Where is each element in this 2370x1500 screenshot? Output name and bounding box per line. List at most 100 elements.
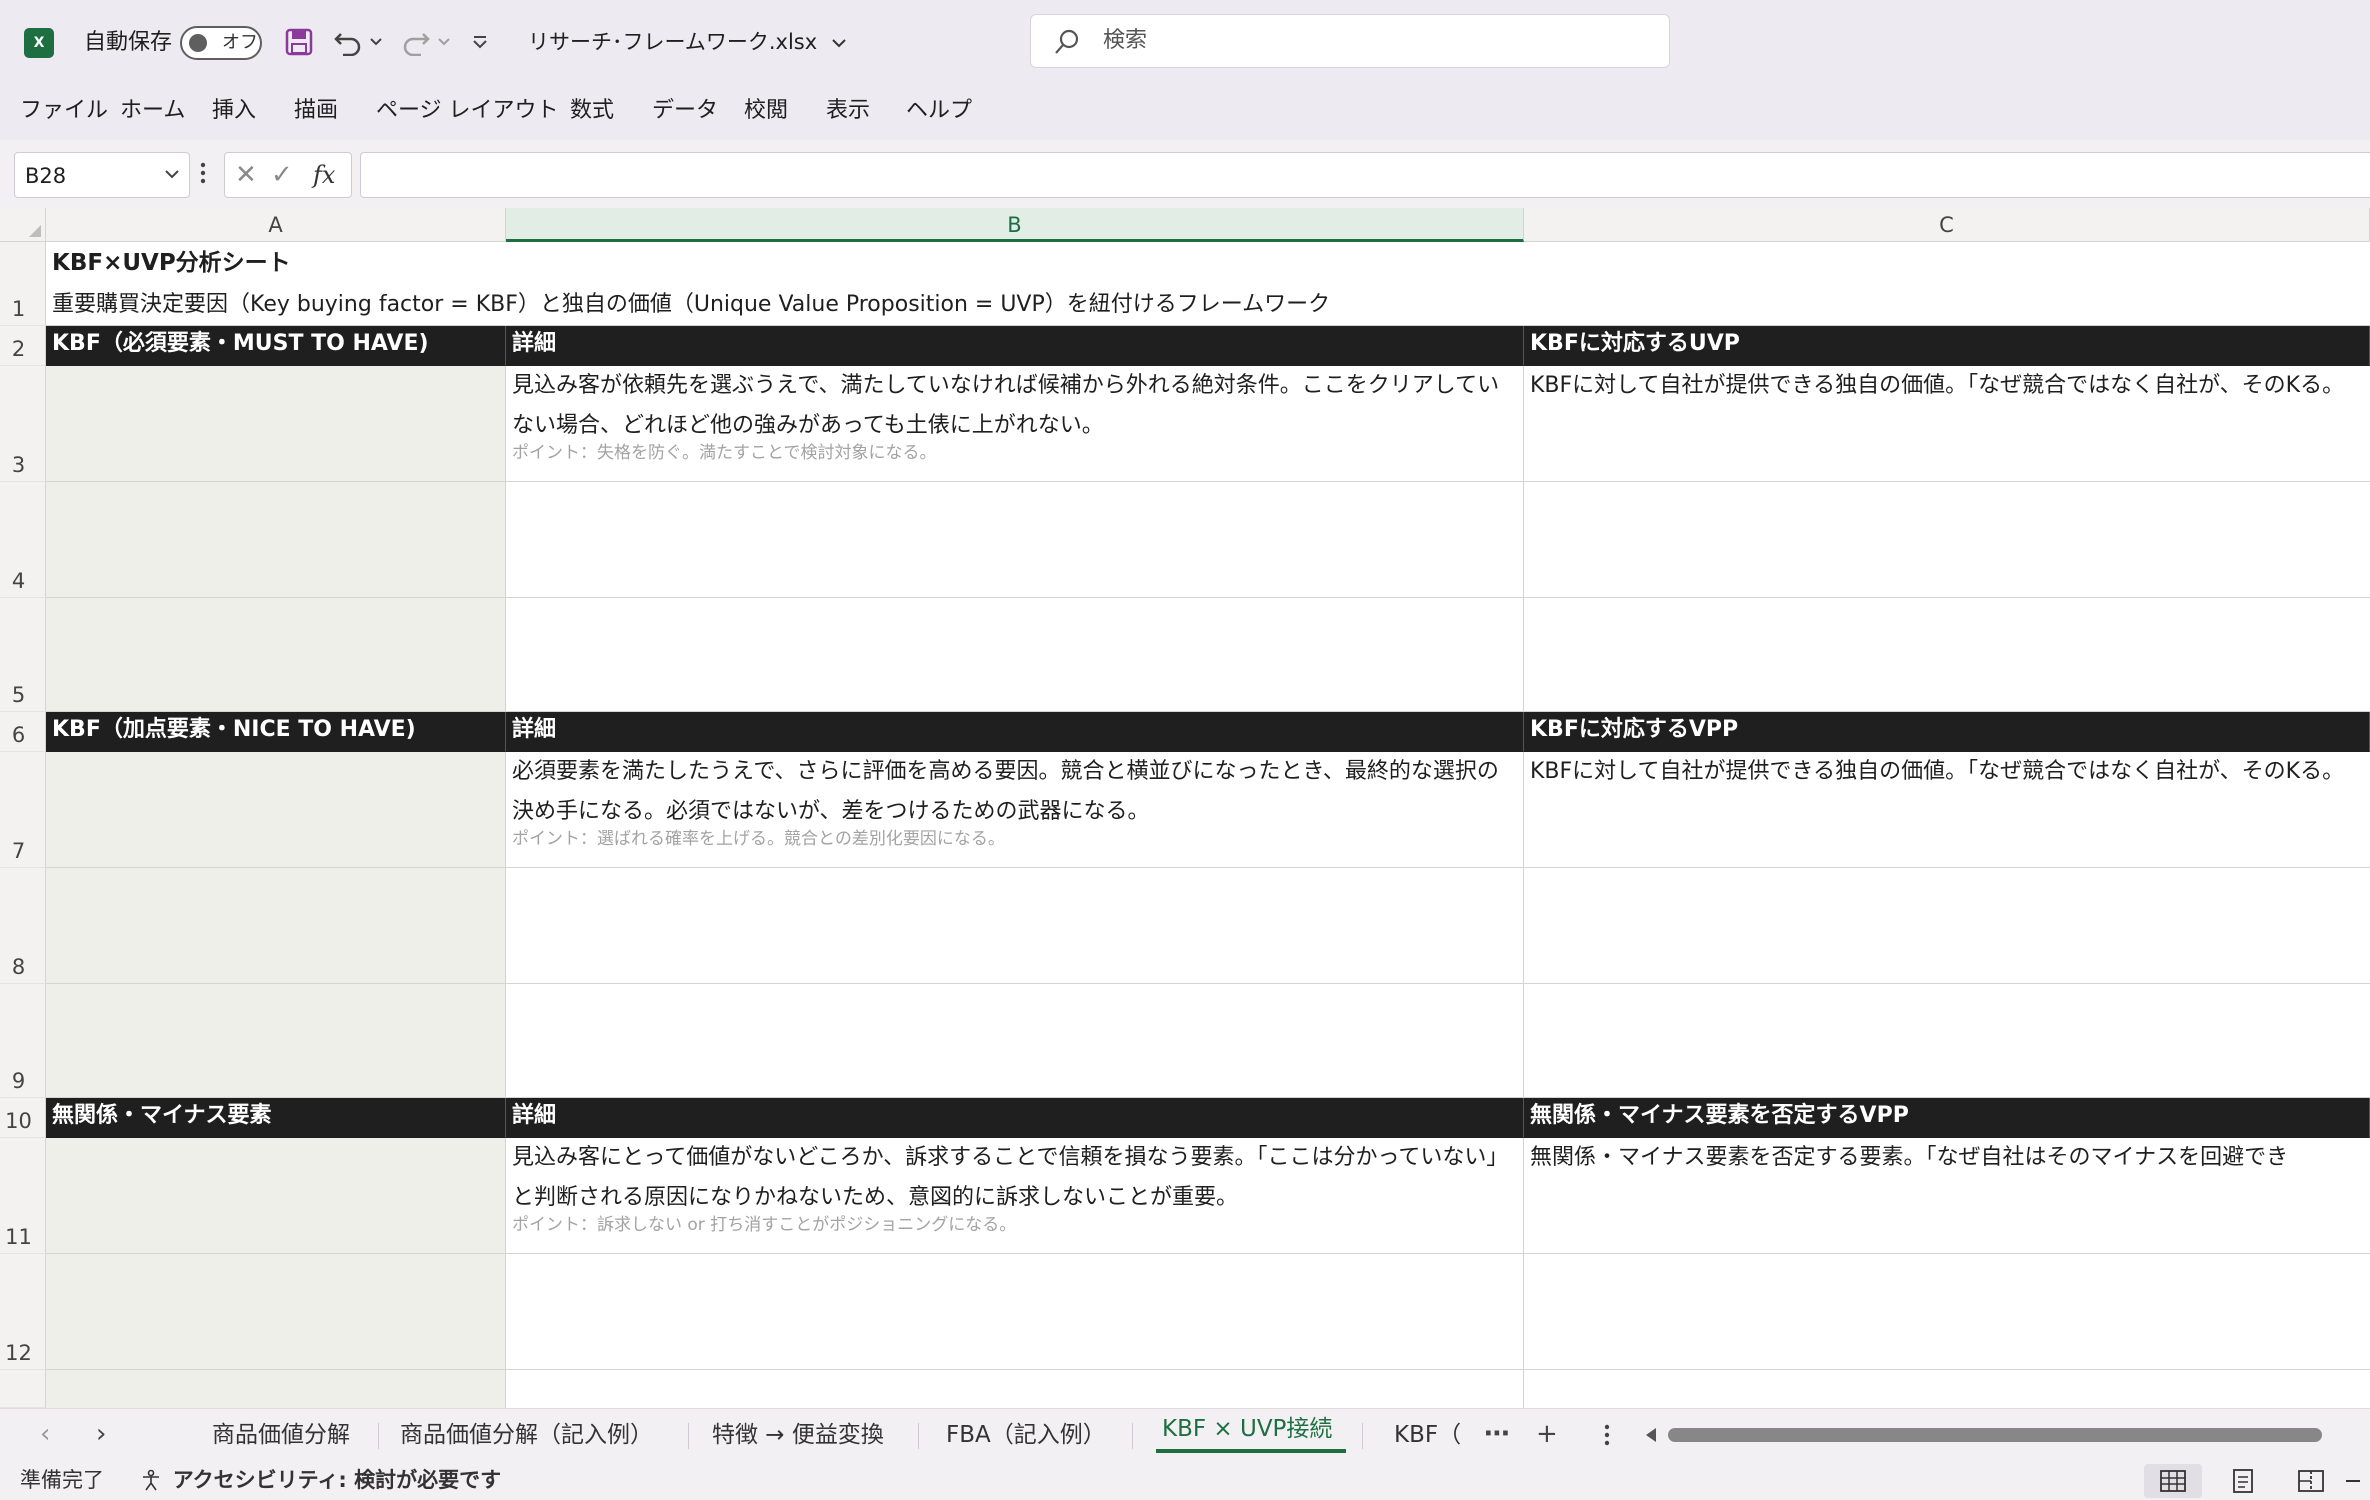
cell-b8[interactable] [506,868,1524,984]
fx-icon[interactable]: fx [313,159,335,191]
cell-c13[interactable] [1524,1370,2370,1408]
autosave-toggle[interactable]: オフ [180,26,262,60]
sheet-tab[interactable]: FBA（記入例） [946,1419,1106,1451]
save-icon[interactable] [282,24,316,60]
cell-c3[interactable]: KBFに対して自社が提供できる独自の価値。「なぜ競合ではなく自社が、そのKる。 [1524,366,2370,482]
header-cell-a[interactable]: KBF（必須要素・MUST TO HAVE) [46,326,506,366]
uvp-text: KBFに対して自社が提供できる独自の価値。「なぜ競合ではなく自社が、そのKる。 [1530,373,2345,398]
redo-dropdown-icon[interactable] [434,24,454,60]
formula-input[interactable] [360,152,2370,198]
page-break-icon[interactable] [2282,1464,2340,1498]
cell-a12[interactable] [46,1254,506,1370]
row-header[interactable]: 5 [0,598,46,712]
cancel-icon[interactable]: ✕ [235,159,257,191]
menu-data[interactable]: データ [652,96,718,126]
menu-formulas[interactable]: 数式 [570,96,614,126]
header-cell-b[interactable]: 詳細 [506,326,1524,366]
cell-a8[interactable] [46,868,506,984]
cell-b9[interactable] [506,984,1524,1098]
header-cell-b[interactable]: 詳細 [506,712,1524,752]
row-header[interactable]: 1 [0,242,46,326]
column-header-c[interactable]: C [1524,208,2370,242]
customize-icon[interactable] [468,24,492,60]
cell-b5[interactable] [506,598,1524,712]
cell-c11[interactable]: 無関係・マイナス要素を否定する要素。「なぜ自社はそのマイナスを回避でき [1524,1138,2370,1254]
cell-c7[interactable]: KBFに対して自社が提供できる独自の価値。「なぜ競合ではなく自社が、そのKる。 [1524,752,2370,868]
tab-scroll-right-icon[interactable]: › [96,1419,106,1449]
menu-file[interactable]: ファイル [20,96,108,126]
row-header[interactable]: 2 [0,326,46,366]
select-all-corner[interactable] [0,208,46,242]
row-header[interactable]: 3 [0,366,46,482]
menu-draw[interactable]: 描画 [294,96,338,126]
undo-icon[interactable] [330,24,366,60]
redo-icon[interactable] [398,24,434,60]
search-box[interactable]: 検索 [1030,14,1670,68]
column-header-b[interactable]: B [506,208,1524,242]
cell-a11[interactable] [46,1138,506,1254]
row-header[interactable]: 8 [0,868,46,984]
horizontal-scrollbar[interactable] [1644,1426,2370,1444]
menu-review[interactable]: 校閲 [744,96,788,126]
header-cell-c[interactable]: 無関係・マイナス要素を否定するVPP [1524,1098,2370,1138]
status-ready: 準備完了 [20,1468,104,1492]
cell-b13[interactable] [506,1370,1524,1408]
tab-scroll-left-icon[interactable]: ‹ [40,1419,50,1449]
cell-b12[interactable] [506,1254,1524,1370]
add-sheet-icon[interactable]: + [1536,1417,1558,1451]
cell-b11[interactable]: 見込み客にとって価値がないどころか、訴求することで信頼を損なう要素。「ここは分か… [506,1138,1524,1254]
name-box[interactable]: B28 [14,152,190,198]
sheet-tab[interactable]: 商品価値分解（記入例） [400,1419,653,1451]
menu-page-layout[interactable]: ページ レイアウト [376,96,559,126]
normal-view-icon[interactable] [2144,1464,2202,1498]
cell-b3[interactable]: 見込み客が依頼先を選ぶうえで、満たしていなければ候補から外れる絶対条件。ここをク… [506,366,1524,482]
cell-c12[interactable] [1524,1254,2370,1370]
cell-a3[interactable] [46,366,506,482]
cell-a9[interactable] [46,984,506,1098]
sheet-tab[interactable]: 商品価値分解 [212,1419,350,1451]
cell-c4[interactable] [1524,482,2370,598]
cell-c5[interactable] [1524,598,2370,712]
enter-icon[interactable]: ✓ [271,159,293,191]
tab-divider [918,1423,919,1449]
cell-c9[interactable] [1524,984,2370,1098]
more-icon[interactable] [200,160,206,186]
sheet-tab[interactable]: KBF（ [1394,1419,1472,1451]
cell-c8[interactable] [1524,868,2370,984]
file-name[interactable]: リサーチ･フレームワーク.xlsx [528,26,848,58]
more-tabs-icon[interactable]: ⋯ [1484,1417,1510,1451]
cell-a4[interactable] [46,482,506,598]
menu-home[interactable]: ホーム [120,96,185,126]
scroll-left-icon[interactable] [1644,1427,1658,1443]
accessibility-status[interactable]: アクセシビリティ: 検討が必要です [140,1466,501,1494]
page-layout-icon[interactable] [2214,1464,2272,1498]
sheet-tab[interactable]: 特徴 → 便益変換 [712,1419,884,1451]
row-header[interactable] [0,1370,46,1408]
cell-a13[interactable] [46,1370,506,1408]
sheet-tab-active[interactable]: KBF × UVP接続 [1162,1413,1332,1445]
row-header[interactable]: 6 [0,712,46,752]
zoom-out-icon[interactable] [2346,1464,2370,1498]
undo-dropdown-icon[interactable] [366,24,386,60]
more-icon[interactable] [1604,1423,1610,1447]
menu-insert[interactable]: 挿入 [212,96,256,126]
cell-a7[interactable] [46,752,506,868]
header-cell-a[interactable]: 無関係・マイナス要素 [46,1098,506,1138]
header-cell-c[interactable]: KBFに対応するVPP [1524,712,2370,752]
cell-b7[interactable]: 必須要素を満たしたうえで、さらに評価を高める要因。競合と横並びになったとき、最終… [506,752,1524,868]
cell-b4[interactable] [506,482,1524,598]
menu-view[interactable]: 表示 [826,96,870,126]
row-header[interactable]: 4 [0,482,46,598]
row-header[interactable]: 12 [0,1254,46,1370]
header-cell-c[interactable]: KBFに対応するUVP [1524,326,2370,366]
scrollbar-thumb[interactable] [1668,1428,2322,1442]
row-header[interactable]: 7 [0,752,46,868]
menu-help[interactable]: ヘルプ [906,96,972,126]
cell-a5[interactable] [46,598,506,712]
row-header[interactable]: 9 [0,984,46,1098]
row-header[interactable]: 11 [0,1138,46,1254]
column-header-a[interactable]: A [46,208,506,242]
row-header[interactable]: 10 [0,1098,46,1138]
header-cell-b[interactable]: 詳細 [506,1098,1524,1138]
header-cell-a[interactable]: KBF（加点要素・NICE TO HAVE) [46,712,506,752]
